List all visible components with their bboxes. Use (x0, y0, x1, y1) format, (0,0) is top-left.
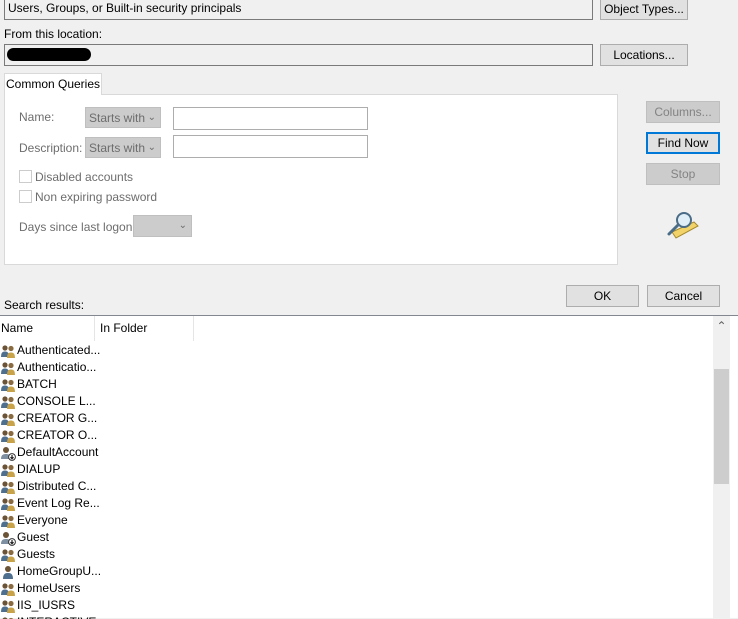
list-item-name: CREATOR G... (17, 411, 98, 425)
search-results-list[interactable]: Name In Folder Authenticated... Authentic… (0, 315, 738, 619)
group-icon (0, 411, 16, 427)
object-type-value: Users, Groups, or Built-in security prin… (8, 1, 242, 15)
ok-button[interactable]: OK (566, 285, 639, 307)
group-icon (0, 377, 16, 393)
columns-button[interactable]: Columns... (646, 101, 720, 123)
cancel-button[interactable]: Cancel (647, 285, 720, 307)
list-item[interactable]: Guests (0, 546, 195, 563)
days-since-logon-label: Days since last logon: (19, 220, 136, 234)
tab-common-queries-label: Common Queries (5, 77, 101, 91)
list-item-name: Distributed C... (17, 479, 97, 493)
description-label: Description: (19, 141, 83, 155)
locations-button[interactable]: Locations... (600, 44, 688, 66)
column-header-name[interactable]: Name (0, 316, 95, 341)
chevron-down-icon: ⌄ (178, 220, 187, 231)
name-mode-value: Starts with (89, 111, 146, 125)
list-item[interactable]: BATCH (0, 376, 195, 393)
non-expiring-password-checkbox[interactable] (19, 190, 32, 203)
list-item[interactable]: DIALUP (0, 461, 195, 478)
list-item[interactable]: Guest (0, 529, 195, 546)
description-input[interactable] (173, 135, 368, 158)
group-icon (0, 428, 16, 444)
find-now-button[interactable]: Find Now (646, 132, 720, 154)
list-item-name: IIS_IUSRS (17, 598, 76, 612)
location-label: From this location: (4, 27, 103, 41)
column-header-in-folder-label: In Folder (100, 321, 148, 335)
description-mode-select[interactable]: Starts with ⌄ (85, 137, 161, 158)
search-magnifier-icon (664, 210, 700, 240)
list-item-name: BATCH (17, 377, 57, 391)
list-item[interactable]: Authenticated... (0, 342, 195, 359)
group-icon (0, 360, 16, 376)
group-icon (0, 547, 16, 563)
list-item-name: Everyone (17, 513, 68, 527)
list-item[interactable]: Everyone (0, 512, 195, 529)
redacted-location-mark (7, 48, 91, 61)
list-item[interactable]: CREATOR O... (0, 427, 195, 444)
stop-button[interactable]: Stop (646, 163, 720, 185)
chevron-down-icon: ⌄ (147, 142, 156, 153)
results-header: Name In Folder (0, 316, 713, 341)
group-icon (0, 513, 16, 529)
name-mode-select[interactable]: Starts with ⌄ (85, 107, 161, 128)
list-item-name: DIALUP (17, 462, 61, 476)
disabled-accounts-checkbox[interactable] (19, 170, 32, 183)
list-item-name: Guest (17, 530, 50, 544)
scroll-up-arrow-icon[interactable]: ⌃ (713, 318, 730, 335)
column-header-in-folder[interactable]: In Folder (95, 316, 194, 341)
list-item[interactable]: CREATOR G... (0, 410, 195, 427)
results-rows: Authenticated... Authenticatio... BATCH CON… (0, 342, 713, 619)
list-item-name: Event Log Re... (17, 496, 100, 510)
days-since-logon-select[interactable]: ⌄ (133, 215, 192, 237)
group-icon (0, 615, 16, 619)
chevron-down-icon: ⌄ (147, 112, 156, 123)
list-item-name: INTERACTIVE (17, 614, 96, 619)
list-item[interactable]: HomeUsers (0, 580, 195, 597)
object-type-field: Users, Groups, or Built-in security prin… (4, 0, 593, 20)
list-item[interactable]: Event Log Re... (0, 495, 195, 512)
list-item[interactable]: IIS_IUSRS (0, 597, 195, 614)
group-icon (0, 479, 16, 495)
list-item[interactable]: HomeGroupU... (0, 563, 195, 580)
list-item[interactable]: Distributed C... (0, 478, 195, 495)
list-item-name: Authenticated... (17, 343, 101, 357)
name-label: Name: (19, 110, 55, 124)
list-item[interactable]: Authenticatio... (0, 359, 195, 376)
disabled-user-icon (0, 530, 16, 546)
group-icon (0, 598, 16, 614)
group-icon (0, 581, 16, 597)
non-expiring-password-label: Non expiring password (35, 190, 158, 204)
list-item-name: CREATOR O... (17, 428, 98, 442)
list-item[interactable]: DefaultAccount (0, 444, 195, 461)
list-item-name: HomeUsers (17, 581, 81, 595)
scrollbar-thumb[interactable] (714, 369, 729, 484)
tab-common-queries[interactable]: Common Queries (4, 73, 102, 95)
vertical-scrollbar[interactable]: ⌃ (713, 316, 730, 619)
list-item-name: Authenticatio... (17, 360, 97, 374)
name-input[interactable] (173, 107, 368, 130)
disabled-user-icon (0, 445, 16, 461)
column-header-name-label: Name (1, 321, 34, 335)
disabled-accounts-label: Disabled accounts (35, 170, 134, 184)
description-mode-value: Starts with (89, 141, 146, 155)
list-item-name: DefaultAccount (17, 445, 99, 459)
group-icon (0, 496, 16, 512)
group-icon (0, 394, 16, 410)
list-item-name: Guests (17, 547, 56, 561)
search-results-label: Search results: (4, 298, 85, 312)
list-item[interactable]: INTERACTIVE (0, 614, 195, 619)
user-icon (0, 564, 16, 580)
group-icon (0, 462, 16, 478)
object-types-button[interactable]: Object Types... (600, 0, 688, 20)
list-item-name: HomeGroupU... (17, 564, 102, 578)
list-item-name: CONSOLE L... (17, 394, 96, 408)
group-icon (0, 343, 16, 359)
list-item[interactable]: CONSOLE L... (0, 393, 195, 410)
location-field (4, 44, 593, 66)
